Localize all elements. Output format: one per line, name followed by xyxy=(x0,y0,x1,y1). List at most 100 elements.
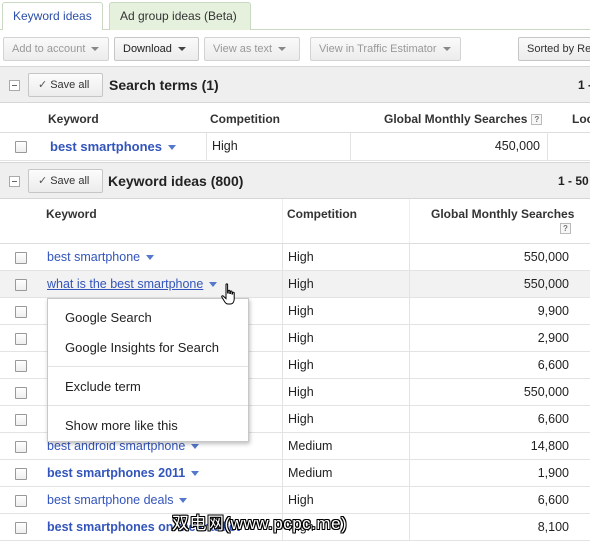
collapse-icon[interactable] xyxy=(9,80,20,91)
column-global-monthly-searches[interactable]: Global Monthly Searches xyxy=(431,207,574,221)
checkmark-icon: ✓ xyxy=(38,79,48,91)
keyword-text: best smartphones 2011 xyxy=(47,466,186,480)
tab-ad-group-ideas[interactable]: Ad group ideas (Beta) xyxy=(109,2,251,30)
gms-value: 9,900 xyxy=(537,304,569,318)
dropdown-arrow-icon[interactable] xyxy=(179,498,188,504)
view-in-traffic-estimator-label: View in Traffic Estimator xyxy=(319,43,437,55)
keyword-ideas-header: ✓ Save all Keyword ideas (800) 1 - 50 xyxy=(0,162,590,199)
row-checkbox[interactable] xyxy=(15,252,27,264)
menu-item-exclude-term[interactable]: Exclude term xyxy=(65,379,141,394)
column-divider xyxy=(282,199,283,243)
search-terms-count: 1 - xyxy=(578,78,590,92)
column-divider xyxy=(206,133,207,160)
keyword-link[interactable]: best smartphones 2011 xyxy=(47,466,200,480)
row-checkbox[interactable] xyxy=(15,495,27,507)
save-all-button[interactable]: ✓ Save all xyxy=(28,73,103,97)
gms-value: 450,000 xyxy=(494,139,540,153)
gms-value: 550,000 xyxy=(523,250,569,264)
keyword-link[interactable]: best smartphones xyxy=(50,139,176,154)
view-in-traffic-estimator-button[interactable]: View in Traffic Estimator xyxy=(310,37,461,61)
gms-value: 550,000 xyxy=(523,385,569,399)
gms-value: 6,600 xyxy=(537,412,569,426)
column-competition[interactable]: Competition xyxy=(210,112,280,126)
table-row: best smartphones High 450,000 xyxy=(0,133,590,161)
column-keyword[interactable]: Keyword xyxy=(46,207,97,221)
competition-value: High xyxy=(212,139,238,153)
row-checkbox[interactable] xyxy=(15,468,27,480)
keyword-link[interactable]: best smartphone xyxy=(47,250,155,264)
hand-cursor-icon xyxy=(221,283,235,305)
sorted-by-label: Sorted by Re xyxy=(527,43,590,55)
competition-value: High xyxy=(288,493,314,507)
keyword-ideas-count: 1 - 50 xyxy=(558,174,589,188)
row-checkbox[interactable] xyxy=(15,387,27,399)
save-all-label: Save all xyxy=(50,175,90,187)
menu-item-google-insights[interactable]: Google Insights for Search xyxy=(65,340,219,355)
chevron-down-icon xyxy=(177,47,186,52)
keyword-context-menu: Google Search Google Insights for Search… xyxy=(47,298,249,442)
column-divider xyxy=(409,487,410,513)
dropdown-arrow-icon[interactable] xyxy=(191,444,200,450)
column-local[interactable]: Loc xyxy=(572,112,590,126)
save-all-button[interactable]: ✓ Save all xyxy=(28,169,103,193)
menu-item-show-more-like-this[interactable]: Show more like this xyxy=(65,418,178,433)
competition-value: High xyxy=(288,412,314,426)
collapse-icon[interactable] xyxy=(9,176,20,187)
competition-value: Medium xyxy=(288,466,333,480)
menu-divider xyxy=(48,405,248,406)
row-checkbox[interactable] xyxy=(15,522,27,534)
help-icon[interactable]: ? xyxy=(560,223,571,234)
keyword-link[interactable]: best smartphone deals xyxy=(47,493,188,507)
column-competition[interactable]: Competition xyxy=(287,207,357,221)
keyword-text: best smartphone deals xyxy=(47,493,174,507)
help-icon[interactable]: ? xyxy=(531,114,543,126)
row-checkbox[interactable] xyxy=(15,141,27,153)
row-checkbox[interactable] xyxy=(15,279,27,291)
table-row: what is the best smartphone High 550,000 xyxy=(0,271,590,298)
menu-item-google-search[interactable]: Google Search xyxy=(65,310,152,325)
sort-button[interactable]: Sorted by Re xyxy=(518,37,590,61)
column-keyword[interactable]: Keyword xyxy=(48,112,99,126)
dropdown-arrow-icon[interactable] xyxy=(209,282,218,288)
column-divider xyxy=(409,298,410,324)
dropdown-arrow-icon[interactable] xyxy=(146,255,155,261)
search-terms-column-headers: Keyword Competition Global Monthly Searc… xyxy=(0,103,590,133)
row-checkbox[interactable] xyxy=(15,441,27,453)
column-divider xyxy=(409,352,410,378)
table-row: best smartphones 2011 Medium 1,900 xyxy=(0,460,590,487)
download-button[interactable]: Download xyxy=(114,37,199,61)
chevron-down-icon xyxy=(278,47,287,52)
column-divider xyxy=(409,379,410,405)
search-terms-title: Search terms (1) xyxy=(109,77,219,93)
view-as-text-button[interactable]: View as text xyxy=(204,37,300,61)
competition-value: High xyxy=(288,385,314,399)
download-label: Download xyxy=(123,43,172,55)
keyword-ideas-column-headers: Keyword Competition Global Monthly Searc… xyxy=(0,199,590,244)
add-to-account-label: Add to account xyxy=(12,43,86,55)
row-checkbox[interactable] xyxy=(15,360,27,372)
gms-value: 6,600 xyxy=(537,358,569,372)
tab-bar: Keyword ideas Ad group ideas (Beta) xyxy=(0,0,590,31)
competition-value: High xyxy=(288,331,314,345)
column-divider xyxy=(409,199,410,243)
keyword-link[interactable]: what is the best smartphone xyxy=(47,277,218,291)
column-divider xyxy=(350,133,351,160)
keyword-ideas-title: Keyword ideas (800) xyxy=(108,173,244,189)
tab-keyword-ideas[interactable]: Keyword ideas xyxy=(2,2,103,31)
row-checkbox[interactable] xyxy=(15,414,27,426)
gms-value: 6,600 xyxy=(537,493,569,507)
column-divider xyxy=(282,433,283,459)
row-checkbox[interactable] xyxy=(15,306,27,318)
column-global-monthly-searches[interactable]: Global Monthly Searches? xyxy=(384,112,543,126)
menu-divider xyxy=(48,366,248,367)
add-to-account-button[interactable]: Add to account xyxy=(3,37,109,61)
column-divider xyxy=(409,325,410,351)
gms-value: 14,800 xyxy=(530,439,569,453)
dropdown-arrow-icon[interactable] xyxy=(167,145,176,151)
chevron-down-icon xyxy=(91,47,100,52)
column-gms-label: Global Monthly Searches xyxy=(384,112,528,126)
dropdown-arrow-icon[interactable] xyxy=(191,471,200,477)
column-divider xyxy=(409,460,410,486)
column-divider xyxy=(282,325,283,351)
row-checkbox[interactable] xyxy=(15,333,27,345)
